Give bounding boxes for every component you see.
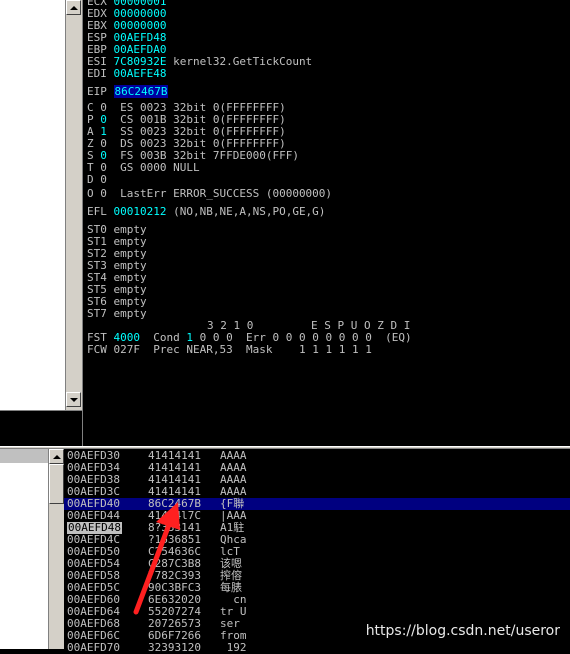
stack-row[interactable]: 00AEFD34 41414141 AAAA — [64, 462, 570, 474]
vertical-scrollbar-top[interactable] — [65, 0, 82, 410]
stack-ascii: 192 — [220, 641, 247, 654]
fcw-row[interactable]: FCW 027F Prec NEAR,53 Mask 1 1 1 1 1 1 — [87, 344, 372, 356]
stack-value: 32393120 — [148, 641, 201, 654]
scrollbar-thumb[interactable] — [49, 464, 64, 504]
fpu-register-st7[interactable]: ST7 empty — [87, 308, 147, 320]
registers-panel[interactable]: ECX 00000001 EDX 00000000 EBX 00000000 E… — [82, 0, 570, 448]
scroll-up-button[interactable] — [66, 0, 81, 15]
chevron-down-icon — [69, 397, 78, 402]
left-pane-bottom — [0, 449, 48, 649]
stack-row[interactable]: 00AEFD30 41414141 AAAA — [64, 450, 570, 462]
stack-address: 00AEFD70 — [67, 641, 120, 654]
scroll-down-button[interactable] — [66, 392, 81, 407]
chevron-up-icon — [52, 454, 61, 459]
vertical-scrollbar-bottom[interactable] — [48, 449, 65, 649]
register-eip[interactable]: EIP 86C2467B — [87, 85, 169, 98]
flag-row-d[interactable]: D 0 — [87, 174, 140, 186]
left-pane-spacer — [0, 410, 82, 441]
left-pane-top — [0, 0, 65, 410]
efl-row[interactable]: EFL 00010212 (NO,NB,NE,A,NS,PO,GE,G) — [87, 206, 325, 218]
stack-row[interactable]: 00AEFD38 41414141 AAAA — [64, 474, 570, 486]
scroll-up-button[interactable] — [49, 449, 64, 464]
annotation-arrow — [133, 502, 180, 615]
lasterr-row[interactable]: O 0 LastErr ERROR_SUCCESS (00000000) — [87, 188, 332, 200]
watermark: https://blog.csdn.net/useror — [365, 623, 560, 639]
left-pane-header — [0, 449, 48, 463]
stack-row[interactable]: 00AEFD70 32393120 192 — [64, 642, 570, 654]
chevron-up-icon — [69, 5, 78, 10]
stack-row[interactable]: 00AEFD3C 41414141 AAAA — [64, 486, 570, 498]
register-edi[interactable]: EDI 00AEFE48 — [87, 68, 166, 80]
